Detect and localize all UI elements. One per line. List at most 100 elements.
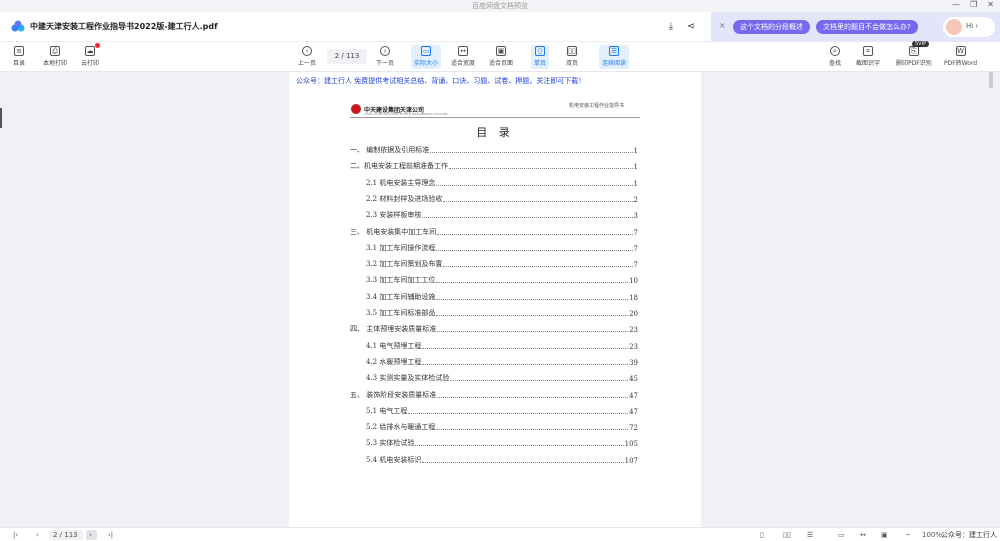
toc-entry[interactable]: 一、 编制依据及引用标准 1 [350,145,638,155]
zoom-out-icon[interactable]: − [905,530,911,540]
svip-badge: SVIP [912,41,930,47]
toc-entry-page: 45 [629,375,638,383]
toc-entry[interactable]: 5.3 实体检试验 105 [366,438,638,448]
status-bar: |‹ ‹ 2 / 113 › ›| ▯ ▯▯ ☰ ▭ ↔ ▣ − 100% [0,527,1000,541]
cloud-print-button[interactable]: ☁ 云打印 [81,45,99,69]
find-button[interactable]: ⌕ 查找 [829,45,841,69]
toc-entry[interactable]: 3.1 加工车间操作流程 7 [366,243,638,253]
prev-page-button[interactable]: ‹ 上一页 [298,45,316,69]
scrollbar-thumb[interactable] [989,72,993,88]
toc-leader-dots [436,315,629,316]
prev-page-icon[interactable]: ‹ [36,530,39,540]
toc-entry-label: 5.3 实体检试验 [366,439,415,447]
toc-leader-dots [422,217,633,218]
toc-entry-label: 4.1 电气预埋工程 [366,342,422,350]
fit-width-button[interactable]: ↔ 适合宽度 [451,45,475,69]
toc-entry-label: 3.3 加工车间加工工位 [366,276,436,284]
toc-entry[interactable]: 5.1 电气工程 47 [366,406,638,416]
toc-leader-dots [450,380,629,381]
toc-entry-label: 5.1 电气工程 [366,407,408,415]
document-running-header: 机电安装工程作业指导书 [569,103,625,109]
zoom-level: 100% [922,531,943,539]
toc-entry[interactable]: 五、 装饰阶段安装质量标准 47 [350,390,638,400]
toc-entry[interactable]: 3.3 加工车间加工工位 10 [366,275,638,285]
double-page-button[interactable]: ▯▯ 双页 [566,45,578,69]
toc-entry[interactable]: 5.4 机电安装标识 107 [366,455,638,465]
continuous-view-icon[interactable]: ☰ [807,530,813,540]
maximize-button[interactable]: ❐ [970,0,977,9]
fit-width-icon[interactable]: ↔ [860,530,866,540]
toc-entry[interactable]: 5.2 给排水与暖通工程 72 [366,422,638,432]
toc-entry-page: 3 [633,212,638,220]
local-print-button[interactable]: ⎙ 本地打印 [43,45,67,69]
single-view-icon[interactable]: ▯ [760,530,764,540]
toc-entry-label: 二、机电安装工程前期准备工作 [350,162,448,170]
file-name: 中建天津安装工程作业指导书2022版-建工行人.pdf [30,22,218,31]
toc-entry-label: 5.4 机电安装标识 [366,456,422,464]
pdf-to-word-button[interactable]: W PDF转Word [944,45,977,69]
continuous-reading-button[interactable]: ☰ 连续阅读 [599,45,630,69]
toc-entry-label: 4.3 实测实量及实体检试验 [366,374,450,382]
window-title: 百度网盘文档预览 [472,2,528,10]
toc-entry[interactable]: 三、 机电安装集中加工车间 7 [350,227,638,237]
share-icon[interactable]: ⋖ [684,20,698,34]
fit-page-icon[interactable]: ▣ [881,530,888,540]
toc-entry-label: 5.2 给排水与暖通工程 [366,423,436,431]
catalog-button[interactable]: ≡ 目录 [13,45,25,69]
toc-entry[interactable]: 2.3 安装样板审核 3 [366,210,638,220]
toc-entry-label: 三、 机电安装集中加工车间 [350,228,437,236]
screenshot-ocr-button[interactable]: ⌗ 截图识字 [856,45,880,69]
toc-leader-dots [430,152,633,153]
first-page-icon[interactable]: |‹ [13,530,18,540]
baidu-netdisk-logo-icon [11,20,25,32]
toc-entry[interactable]: 2.2 材料封样及进场验收 2 [366,194,638,204]
toc-entry-label: 四、 主体预埋安装质量标准 [350,325,437,333]
toc-entry-page: 20 [629,310,638,318]
minimize-button[interactable]: — [952,0,960,9]
notification-dot [95,43,100,48]
double-view-icon[interactable]: ▯▯ [783,530,791,540]
toc-entry[interactable]: 3.4 加工车间辅助设施 18 [366,292,638,302]
catalog-icon: ≡ [14,46,24,56]
page-number-input[interactable]: 2 / 113 [327,49,367,64]
arrow-left-icon: ‹ [302,46,312,56]
toc-entry[interactable]: 3.2 加工车间策划及布置 7 [366,259,638,269]
ai-suggestion-summary[interactable]: 这个文档的分段概述 [733,20,810,34]
next-page-glyph: › [89,531,92,539]
actual-size-button[interactable]: ▭ 实际大小 [411,45,442,69]
single-page-button[interactable]: ▯ 单页 [531,45,550,69]
toc-entry-page: 1 [633,147,638,155]
company-logo-icon [351,104,361,114]
toc-entry-page: 47 [629,408,638,416]
pdf-ocr-button[interactable]: ⎘ 删印PDF识别 [896,45,932,69]
toc-entry[interactable]: 3.5 加工车间标准部品 20 [366,308,638,318]
close-window-button[interactable]: ✕ [987,0,994,9]
toc-entry-page: 1 [633,180,638,188]
toc-entry[interactable]: 2.1 机电安装主导理念 1 [366,178,638,188]
fit-page-button[interactable]: ▣ 适合页面 [489,45,513,69]
fit-actual-icon[interactable]: ▭ [838,530,845,540]
toc-leader-dots [437,234,633,235]
toc-entry-label: 4.2 水暖预埋工程 [366,358,422,366]
header-divider [350,117,640,118]
toc-entry[interactable]: 4.3 实测实量及实体检试验 45 [366,373,638,383]
scrollbar[interactable] [988,72,994,527]
ai-avatar-button[interactable]: Hi › [943,17,995,37]
next-page-button[interactable]: › 下一页 [376,45,394,69]
toc-entry[interactable]: 四、 主体预埋安装质量标准 23 [350,324,638,334]
toc-entry[interactable]: 4.2 水暖预埋工程 39 [366,357,638,367]
toc-leader-dots [443,201,633,202]
company-logo: 中天建设集团天津公司 CHINA CONSTRUCTION EIGHTH ENG… [351,104,447,116]
actual-size-icon: ▭ [421,46,431,56]
download-icon[interactable]: ⤓ [664,20,678,34]
avatar [946,19,962,35]
double-page-icon: ▯▯ [567,46,577,56]
ai-suggestion-questions[interactable]: 文档里的题目不会做怎么办? [816,20,918,34]
fit-page-icon: ▣ [496,46,506,56]
bottom-page-indicator: 2 / 113 [53,531,78,539]
toc-entry[interactable]: 二、机电安装工程前期准备工作 1 [350,161,638,171]
last-page-icon[interactable]: ›| [108,530,113,540]
toc-entry[interactable]: 4.1 电气预埋工程 23 [366,341,638,351]
sidebar-handle[interactable] [0,108,2,128]
close-icon[interactable]: × [719,21,726,30]
